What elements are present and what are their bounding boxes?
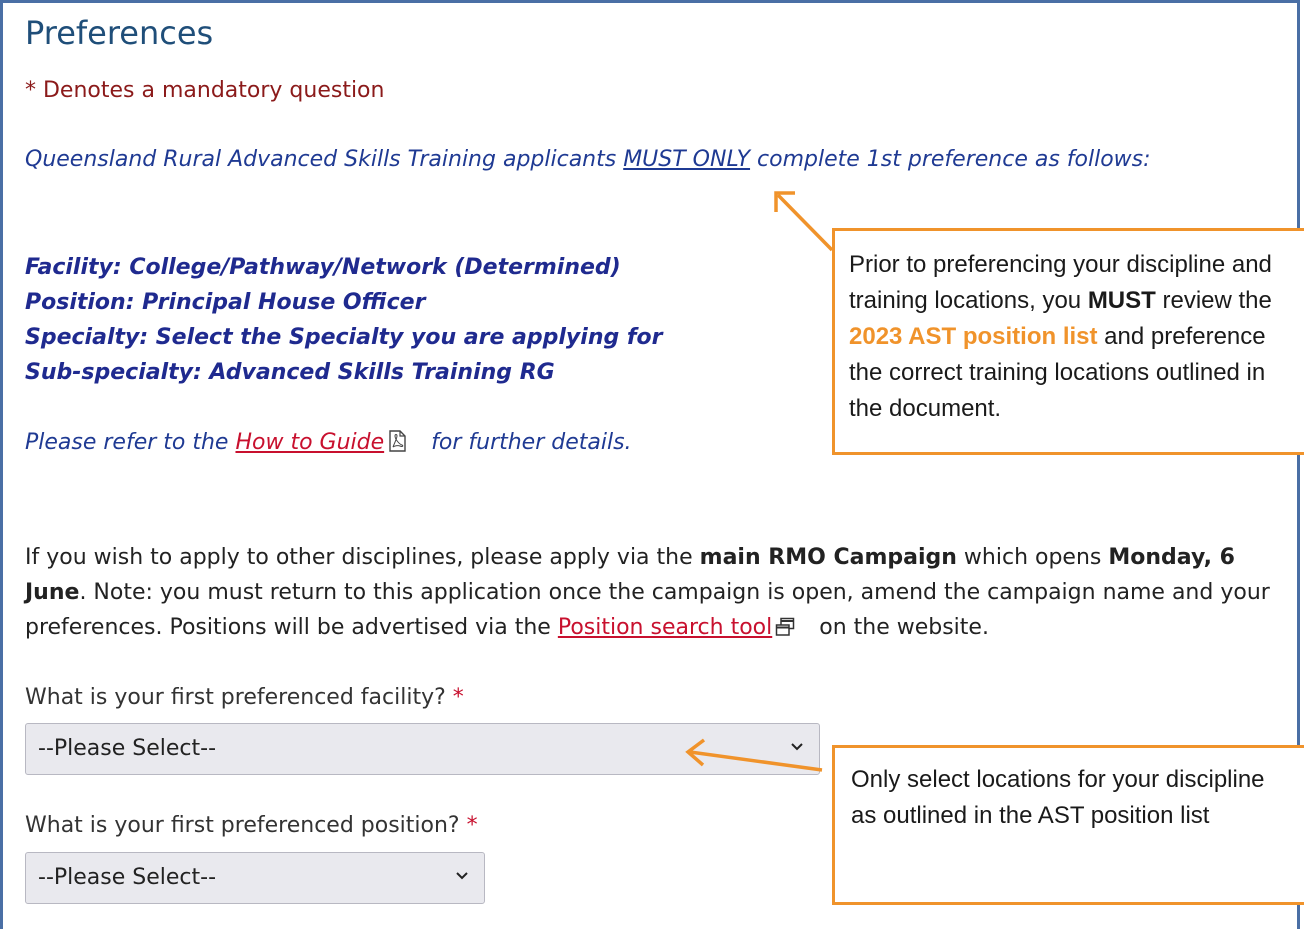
facility-question-text: What is your first preferenced facility? bbox=[25, 685, 446, 710]
position-search-tool-link[interactable]: Position search tool bbox=[558, 615, 772, 640]
required-marker: * bbox=[466, 813, 478, 838]
new-window-icon bbox=[775, 613, 795, 636]
intro-emphasis: MUST ONLY bbox=[623, 147, 751, 172]
info-text-1: If you wish to apply to other discipline… bbox=[25, 545, 700, 570]
position-select-value: --Please Select-- bbox=[38, 865, 217, 890]
info-text-2: which opens bbox=[956, 545, 1109, 570]
guide-prefix: Please refer to the bbox=[25, 430, 236, 455]
required-marker: * bbox=[452, 685, 464, 710]
mandatory-note: * Denotes a mandatory question bbox=[25, 78, 385, 103]
facility-instructions: Facility: College/Pathway/Network (Deter… bbox=[25, 250, 825, 390]
info-text-4: on the website. bbox=[819, 615, 989, 640]
ast-position-list-highlight: 2023 AST position list bbox=[849, 323, 1098, 350]
position-question-label: What is your first preferenced position?… bbox=[25, 813, 478, 838]
intro-text: Queensland Rural Advanced Skills Trainin… bbox=[25, 142, 1275, 178]
callout-bottom: Only select locations for your disciplin… bbox=[832, 745, 1304, 905]
facility-question-label: What is your first preferenced facility?… bbox=[25, 685, 464, 710]
callout-must: MUST bbox=[1087, 287, 1156, 314]
guide-text: Please refer to the How to Guide for furt… bbox=[25, 430, 632, 455]
callout-top: Prior to preferencing your discipline an… bbox=[832, 228, 1304, 455]
how-to-guide-link[interactable]: How to Guide bbox=[235, 430, 384, 455]
chevron-down-icon bbox=[456, 872, 468, 880]
callout-top-text-2: review the bbox=[1155, 287, 1272, 314]
info-paragraph: If you wish to apply to other discipline… bbox=[25, 540, 1275, 645]
sub-specialty-line: Sub-specialty: Advanced Skills Training … bbox=[25, 360, 555, 385]
callout-bottom-text: Only select locations for your disciplin… bbox=[851, 766, 1265, 829]
pdf-icon bbox=[387, 430, 407, 452]
facility-select[interactable]: --Please Select-- bbox=[25, 723, 820, 775]
intro-before: Queensland Rural Advanced Skills Trainin… bbox=[25, 147, 624, 172]
facility-select-value: --Please Select-- bbox=[38, 736, 217, 761]
chevron-down-icon bbox=[791, 743, 803, 751]
position-line: Position: Principal House Officer bbox=[25, 290, 426, 315]
facility-line: Facility: College/Pathway/Network (Deter… bbox=[25, 255, 621, 280]
intro-after: complete 1st preference as follows: bbox=[750, 147, 1151, 172]
page-title: Preferences bbox=[25, 14, 214, 52]
guide-suffix: for further details. bbox=[431, 430, 632, 455]
position-question-text: What is your first preferenced position? bbox=[25, 813, 460, 838]
specialty-line: Specialty: Select the Specialty you are … bbox=[25, 325, 663, 350]
main-rmo-campaign: main RMO Campaign bbox=[699, 545, 957, 570]
position-select[interactable]: --Please Select-- bbox=[25, 852, 485, 904]
